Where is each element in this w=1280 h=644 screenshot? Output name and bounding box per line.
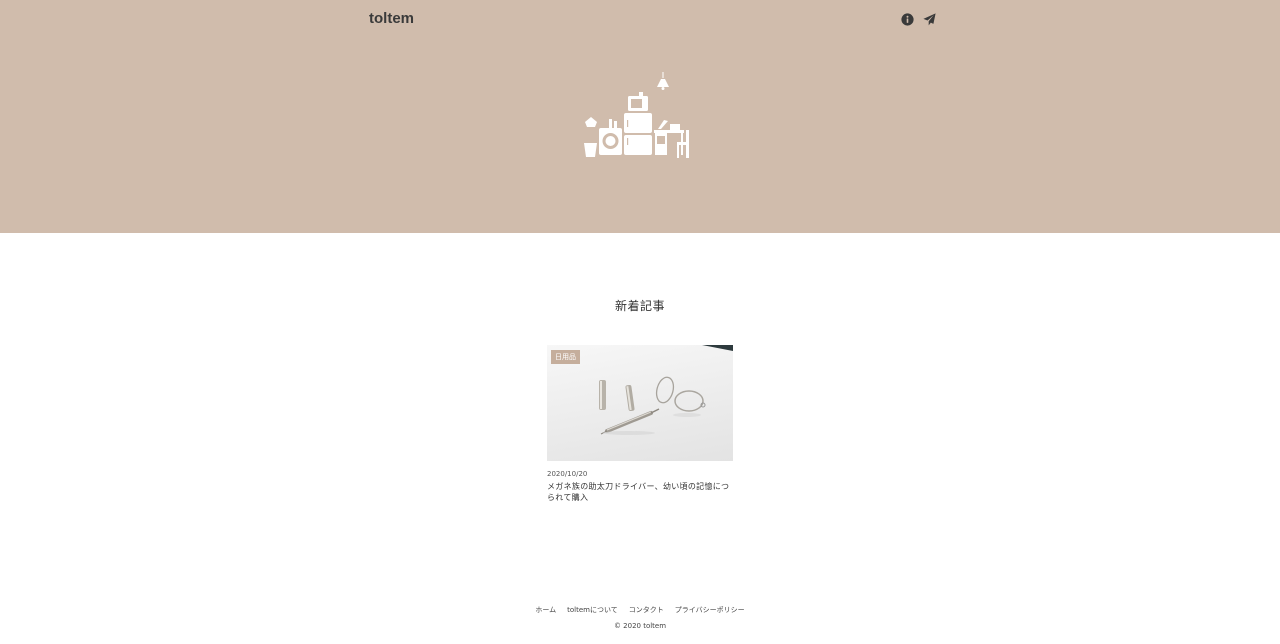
footer-nav: ホーム toltemについて コンタクト プライバシーポリシー	[0, 605, 1280, 615]
post-thumbnail[interactable]: 日用品	[547, 345, 733, 461]
site-title[interactable]: toltem	[369, 10, 414, 27]
footer-link-about[interactable]: toltemについて	[567, 605, 618, 615]
post-card[interactable]: 日用品 2020/10/20 メガネ族の助太刀ドライバー、幼い頃の記憶につられて…	[547, 345, 733, 503]
post-date: 2020/10/20	[547, 470, 588, 478]
paper-plane-icon[interactable]	[923, 13, 936, 26]
copyright: © 2020 toltem	[613, 622, 667, 630]
info-icon[interactable]	[901, 13, 914, 26]
household-items-illustration	[584, 72, 689, 158]
post-title[interactable]: メガネ族の助太刀ドライバー、幼い頃の記憶につられて購入	[547, 481, 733, 503]
category-badge[interactable]: 日用品	[551, 350, 580, 364]
section-title: 新着記事	[614, 299, 665, 313]
footer-link-contact[interactable]: コンタクト	[629, 605, 664, 615]
hero-header: toltem	[0, 0, 1280, 233]
footer-link-privacy[interactable]: プライバシーポリシー	[675, 605, 745, 615]
footer-link-home[interactable]: ホーム	[535, 605, 556, 615]
header-icons	[901, 13, 936, 26]
